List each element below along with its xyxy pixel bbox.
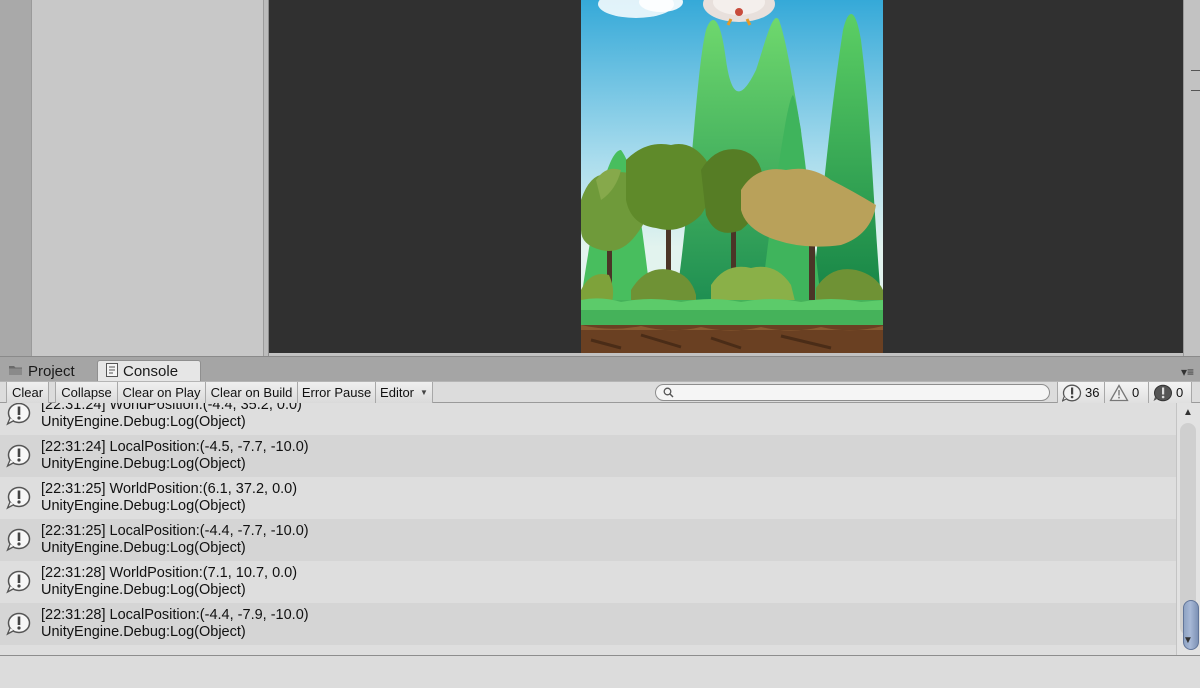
error-circle-icon [1153, 384, 1172, 401]
resize-notch [1191, 70, 1200, 71]
game-scene-canvas [581, 0, 883, 353]
log-stack-trace: UnityEngine.Debug:Log(Object) [41, 582, 246, 598]
left-toolbar-strip [0, 0, 32, 356]
log-scrollbar[interactable]: ▲ ▼ [1176, 403, 1200, 655]
log-message: [22:31:25] LocalPosition:(-4.4, -7.7, -1… [41, 523, 309, 539]
info-exclamation-icon [6, 612, 31, 636]
log-message: [22:31:24] LocalPosition:(-4.5, -7.7, -1… [41, 439, 309, 455]
log-entry[interactable]: [22:31:25] WorldPosition:(6.1, 37.2, 0.0… [0, 477, 1176, 519]
tab-project[interactable]: Project [0, 360, 92, 382]
game-scene-illustration [581, 0, 883, 353]
console-icon [106, 362, 118, 381]
resize-notch [1191, 90, 1200, 91]
console-toolbar: Clear Collapse Clear on Play Clear on Bu… [0, 381, 1200, 403]
log-entry[interactable]: [22:31:25] LocalPosition:(-4.4, -7.7, -1… [0, 519, 1176, 561]
info-exclamation-icon [6, 403, 31, 426]
log-entry[interactable]: [22:31:24] LocalPosition:(-4.5, -7.7, -1… [0, 435, 1176, 477]
log-message: [22:31:25] WorldPosition:(6.1, 37.2, 0.0… [41, 481, 298, 497]
info-exclamation-icon [6, 444, 31, 468]
log-message: [22:31:24] WorldPosition:(-4.4, 35.2, 0.… [41, 403, 302, 413]
scrollbar-track[interactable] [1180, 423, 1199, 650]
log-stack-trace: UnityEngine.Debug:Log(Object) [41, 540, 246, 556]
error-count: 0 [1176, 385, 1184, 400]
info-exclamation-icon [1062, 384, 1082, 402]
log-entry[interactable]: [22:31:28] WorldPosition:(7.1, 10.7, 0.0… [0, 561, 1176, 603]
warning-count-toggle[interactable]: 0 [1104, 382, 1148, 403]
hierarchy-panel [32, 0, 264, 356]
info-exclamation-icon [6, 570, 31, 594]
folder-icon [8, 363, 23, 380]
bottom-panel-tab-bar: Project Console ▾≡ [0, 356, 1200, 382]
warning-count: 0 [1132, 385, 1140, 400]
console-log-area: [22:31:24] WorldPosition:(-4.4, 35.2, 0.… [0, 403, 1200, 655]
right-panel-strip [1183, 0, 1200, 356]
search-icon [663, 387, 674, 398]
log-list[interactable]: [22:31:24] WorldPosition:(-4.4, 35.2, 0.… [0, 403, 1176, 655]
editor-top-area [0, 0, 1200, 356]
log-stack-trace: UnityEngine.Debug:Log(Object) [41, 456, 246, 472]
search-input[interactable] [680, 385, 1040, 400]
scroll-up-arrow-icon[interactable]: ▲ [1183, 407, 1193, 418]
log-count: 36 [1085, 385, 1100, 400]
info-exclamation-icon [6, 528, 31, 552]
log-message: [22:31:28] WorldPosition:(7.1, 10.7, 0.0… [41, 565, 298, 581]
tab-console-label: Console [123, 363, 179, 380]
panel-menu-icon[interactable]: ▾≡ [1181, 365, 1194, 379]
log-entry[interactable]: [22:31:28] LocalPosition:(-4.4, -7.9, -1… [0, 603, 1176, 645]
clear-on-play-toggle[interactable]: Clear on Play [118, 382, 206, 403]
clear-on-build-toggle[interactable]: Clear on Build [206, 382, 298, 403]
warning-triangle-icon [1109, 383, 1129, 401]
error-count-toggle[interactable]: 0 [1148, 382, 1192, 403]
log-stack-trace: UnityEngine.Debug:Log(Object) [41, 414, 246, 430]
log-detail-area [0, 655, 1200, 688]
tab-project-label: Project [28, 362, 75, 380]
scroll-down-arrow-icon[interactable]: ▼ [1183, 635, 1193, 646]
search-field[interactable] [655, 384, 1050, 401]
log-stack-trace: UnityEngine.Debug:Log(Object) [41, 624, 246, 640]
log-count-toggle[interactable]: 36 [1057, 382, 1104, 403]
log-stack-trace: UnityEngine.Debug:Log(Object) [41, 498, 246, 514]
error-pause-toggle[interactable]: Error Pause [298, 382, 376, 403]
collapse-toggle[interactable]: Collapse [55, 382, 118, 403]
editor-dropdown-label: Editor [380, 385, 415, 400]
dropdown-arrow-icon: ▼ [420, 388, 428, 397]
editor-dropdown[interactable]: Editor ▼ [376, 382, 433, 403]
info-exclamation-icon [6, 486, 31, 510]
log-entry[interactable]: [22:31:24] WorldPosition:(-4.4, 35.2, 0.… [0, 403, 1176, 435]
clear-button[interactable]: Clear [6, 382, 49, 403]
tab-console[interactable]: Console [97, 360, 201, 382]
log-message: [22:31:28] LocalPosition:(-4.4, -7.9, -1… [41, 607, 309, 623]
game-view [269, 0, 1183, 353]
